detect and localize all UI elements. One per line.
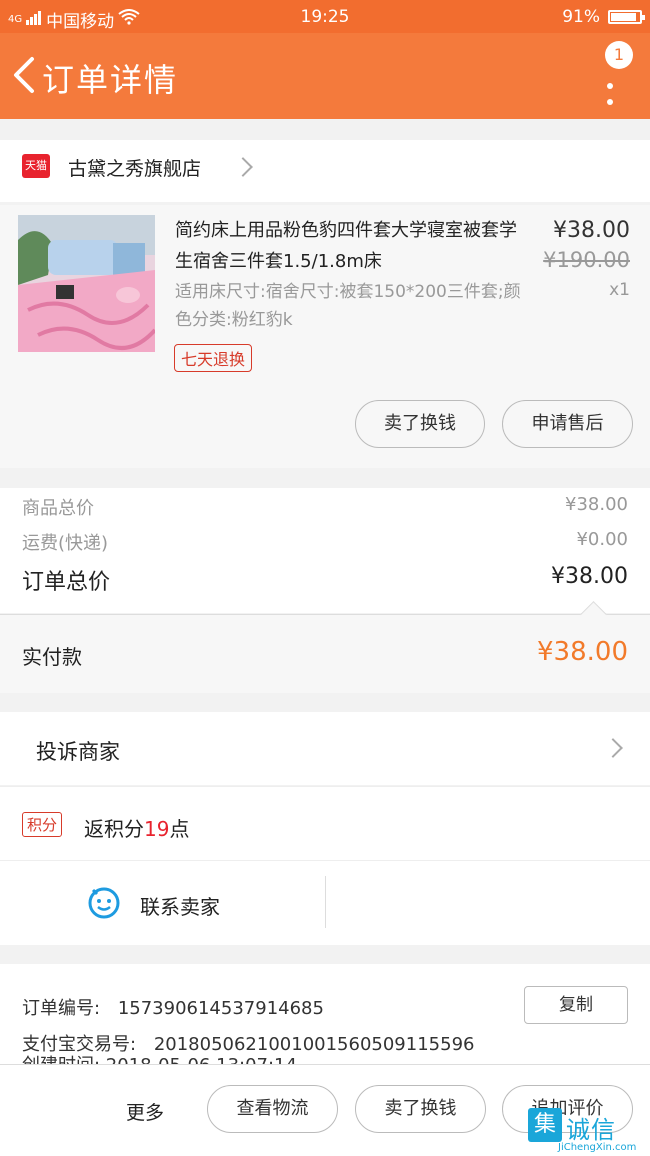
- battery-fill: [611, 13, 636, 21]
- points-suffix: 点: [169, 817, 190, 841]
- more-button[interactable]: 更多: [126, 1098, 164, 1125]
- nav-bar: 订单详情 1: [0, 33, 650, 119]
- copy-button[interactable]: 复制: [524, 986, 628, 1024]
- watermark-text: 诚信: [566, 1116, 616, 1144]
- created-time-row: 创建时间: 2018-05-06 13:07:14: [22, 1055, 297, 1064]
- status-bar: 4G 中国移动 19:25 91%: [0, 0, 650, 33]
- shipping-value: ¥0.00: [576, 529, 628, 550]
- points-row: 积分 返积分19点: [0, 786, 650, 860]
- view-logistics-button[interactable]: 查看物流: [207, 1085, 338, 1133]
- points-prefix: 返积分: [84, 817, 144, 841]
- product-image[interactable]: [18, 215, 155, 352]
- created-time: 创建时间: 2018-05-06 13:07:14: [22, 1055, 297, 1064]
- price-summary: 商品总价 ¥38.00 运费(快递) ¥0.00 订单总价 ¥38.00: [0, 488, 650, 613]
- divider: [325, 876, 326, 928]
- apply-after-sales-button[interactable]: 申请售后: [502, 400, 633, 448]
- paid-row: 实付款 ¥38.00: [0, 601, 650, 693]
- status-right: 91%: [562, 7, 645, 27]
- product-price: ¥38.00: [553, 218, 630, 243]
- order-info: 订单编号: 157390614537914685 复制 支付宝交易号: 2018…: [0, 964, 650, 1064]
- shop-name[interactable]: 古黛之秀旗舰店: [68, 154, 201, 181]
- chevron-right-icon: [233, 157, 253, 177]
- watermark-sub: JiChengXin.com: [558, 1142, 637, 1153]
- alipay-number: 2018050621001001560509115596: [153, 1034, 475, 1055]
- order-number-row: 订单编号: 157390614537914685: [22, 994, 324, 1020]
- battery-percent: 91%: [562, 7, 600, 27]
- back-arrow-icon[interactable]: [10, 55, 40, 95]
- product-original-price: ¥190.00: [543, 248, 630, 272]
- product-card[interactable]: 简约床上用品粉色豹四件套大学寝室被套学生宿舍三件套1.5/1.8m床 适用床尺寸…: [0, 205, 650, 468]
- complain-label: 投诉商家: [36, 740, 120, 764]
- battery-icon: [608, 10, 645, 24]
- order-total-row: 订单总价 ¥38.00: [22, 564, 628, 596]
- sell-button[interactable]: 卖了换钱: [355, 400, 485, 448]
- order-total-value: ¥38.00: [551, 564, 628, 589]
- tmall-icon: 天猫: [22, 154, 50, 178]
- paid-label: 实付款: [22, 645, 82, 669]
- paid-value: ¥38.00: [537, 637, 628, 667]
- menu-dot-icon: [607, 99, 613, 105]
- contact-seller-label[interactable]: 联系卖家: [140, 891, 220, 920]
- shipping-label: 运费(快递): [22, 533, 109, 554]
- complain-merchant-row[interactable]: 投诉商家: [0, 712, 650, 785]
- points-badge: 积分: [22, 812, 63, 837]
- watermark-icon: 集: [528, 1108, 562, 1142]
- chevron-right-icon: [603, 738, 623, 758]
- watermark-logo: 集 诚信 JiChengXin.com: [528, 1108, 648, 1155]
- shop-row[interactable]: 天猫 古黛之秀旗舰店: [0, 140, 650, 202]
- order-number-label: 订单编号:: [22, 998, 101, 1019]
- goods-total-label: 商品总价: [22, 498, 94, 519]
- shipping-row: 运费(快递) ¥0.00: [22, 529, 628, 555]
- seven-day-return-badge: 七天退换: [174, 344, 253, 372]
- product-quantity: x1: [609, 280, 630, 300]
- order-number: 157390614537914685: [117, 998, 324, 1019]
- message-count-badge[interactable]: 1: [605, 41, 633, 69]
- sell-button[interactable]: 卖了换钱: [355, 1085, 486, 1133]
- page-title: 订单详情: [42, 61, 179, 99]
- points-number: 19: [144, 817, 170, 841]
- chat-face-icon[interactable]: [87, 886, 121, 920]
- points-text: 返积分19点: [84, 813, 189, 842]
- order-total-label: 订单总价: [22, 570, 111, 595]
- clock: 19:25: [300, 7, 350, 27]
- product-title[interactable]: 简约床上用品粉色豹四件套大学寝室被套学生宿舍三件套1.5/1.8m床: [175, 215, 530, 277]
- goods-total-row: 商品总价 ¥38.00: [22, 494, 628, 520]
- contact-seller-row: 联系卖家: [0, 860, 650, 945]
- product-spec: 适用床尺寸:宿舍尺寸:被套150*200三件套;颜色分类:粉红豹k: [175, 282, 521, 330]
- alipay-label: 支付宝交易号:: [22, 1034, 137, 1055]
- alipay-row: 支付宝交易号: 2018050621001001560509115596: [22, 1030, 474, 1056]
- menu-dot-icon: [607, 83, 613, 89]
- goods-total-value: ¥38.00: [565, 494, 628, 515]
